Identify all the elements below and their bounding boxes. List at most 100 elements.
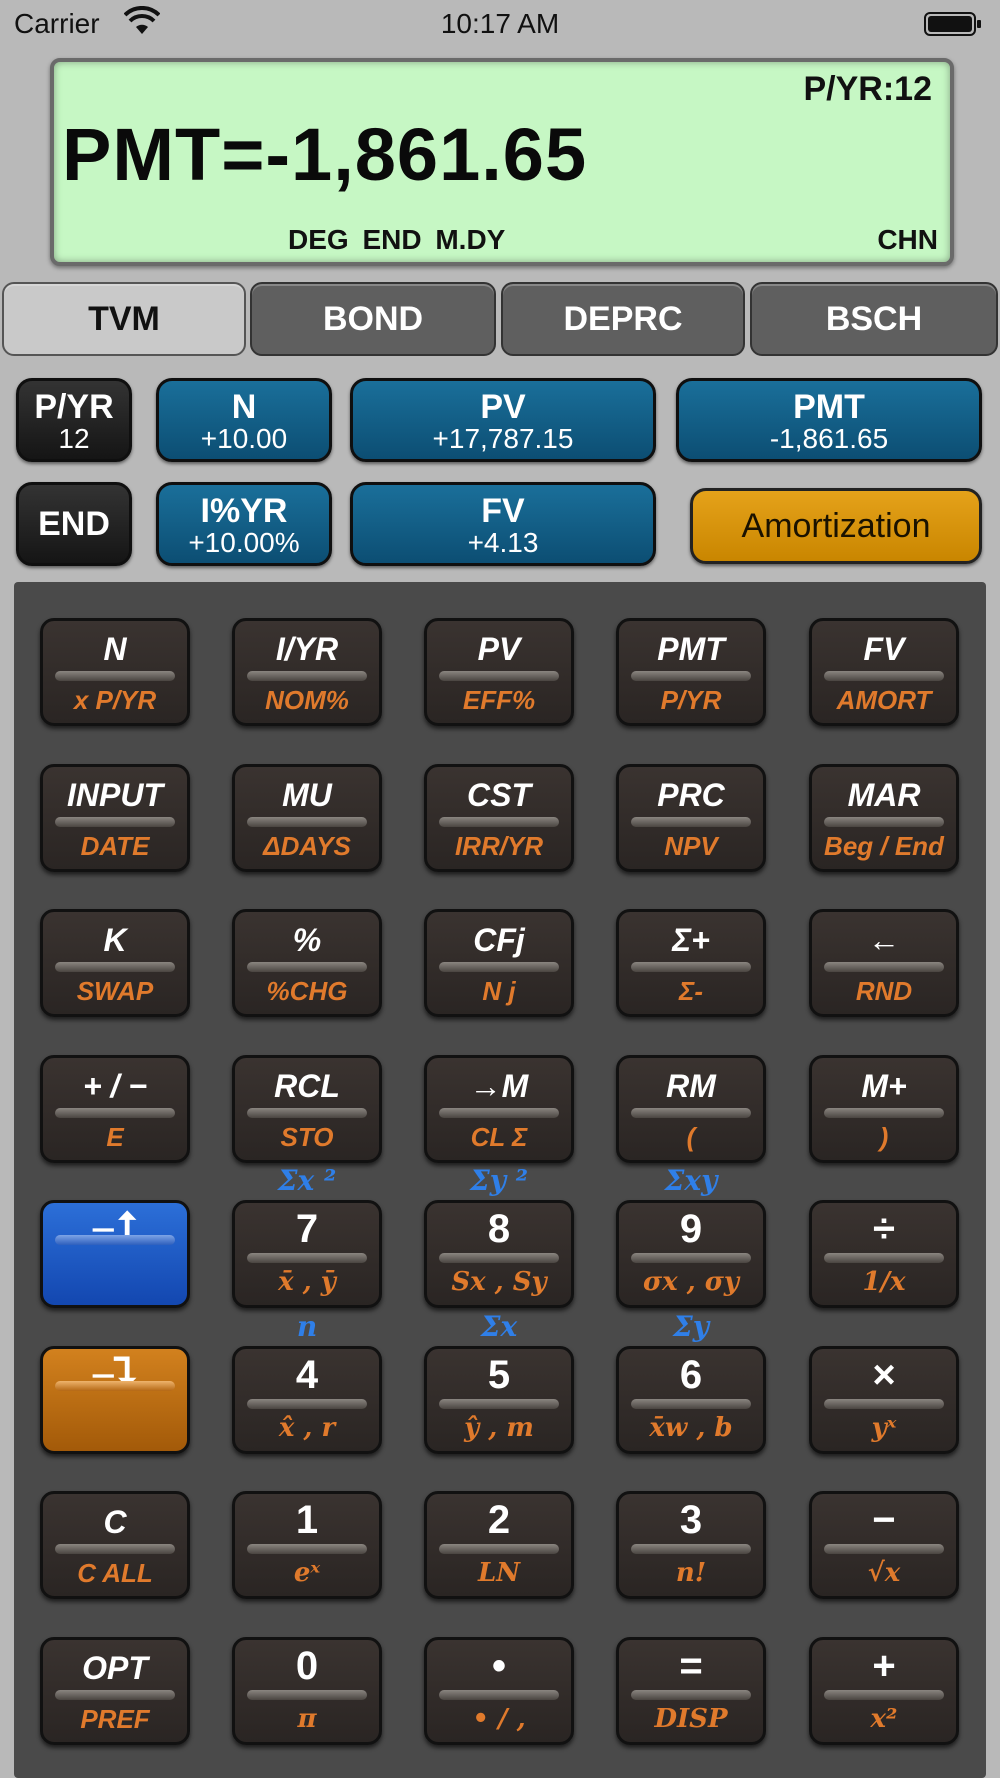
key-minus[interactable]: − √x — [809, 1491, 959, 1599]
iyr-value: +10.00% — [188, 527, 300, 558]
tab-bsch[interactable]: BSCH — [750, 282, 998, 356]
key-shift-label: • / , — [472, 1703, 526, 1734]
key-ridge — [824, 1689, 944, 1700]
key-k[interactable]: K SWAP — [40, 909, 190, 1017]
key-primary-label: = — [679, 1643, 703, 1688]
key-ridge — [824, 1107, 944, 1118]
key-ridge — [247, 1107, 367, 1118]
key-decimal[interactable]: • • / , — [424, 1636, 574, 1745]
key-shift-label: x² — [870, 1703, 898, 1734]
pyr-button[interactable]: P/YR 12 — [16, 378, 132, 462]
key-primary-label: 9 — [679, 1207, 703, 1251]
key-plus-minus[interactable]: + / − E — [40, 1054, 190, 1163]
key-ridge — [247, 816, 367, 827]
key-fv[interactable]: FV AMORT — [809, 618, 959, 726]
key-shift-label: n! — [675, 1558, 707, 1588]
key-input[interactable]: INPUT DATE — [40, 763, 190, 872]
key-mu[interactable]: MU ΔDAYS — [232, 763, 382, 872]
keypad: Nx P/YR I/YR NOM% PV EFF% PMT P/YR FV AMORT INPUT… — [14, 582, 986, 1778]
key-ridge — [824, 671, 944, 681]
pyr-value: 12 — [58, 423, 90, 454]
key-mar[interactable]: MAR Beg / End — [809, 763, 959, 872]
key-primary-label: RCL — [274, 1067, 340, 1104]
pyr-label: P/YR — [34, 388, 114, 426]
pmt-button[interactable]: PMT -1,861.65 — [676, 378, 982, 462]
key-ridge — [439, 1107, 559, 1118]
key-primary-label: ← — [868, 922, 900, 958]
key-shift-label: 1/x — [862, 1267, 906, 1297]
key-9[interactable]: 9 σx , σy — [616, 1200, 766, 1308]
key-iyr[interactable]: I/YR NOM% — [232, 618, 382, 726]
key-rm[interactable]: RM ( — [616, 1054, 766, 1163]
key-8[interactable]: 8 Sx , Sy — [424, 1200, 574, 1308]
display-value: PMT=-1,861.65 — [62, 113, 588, 196]
key-primary-label: 4 — [295, 1352, 319, 1397]
key-ridge — [824, 1544, 944, 1554]
fv-button[interactable]: FV +4.13 — [350, 482, 656, 566]
key-ridge — [55, 1689, 175, 1700]
key-ridge — [631, 1253, 751, 1263]
tab-bond[interactable]: BOND — [250, 282, 496, 356]
key-percent[interactable]: % %CHG — [232, 909, 382, 1017]
key-primary-label: FV — [863, 631, 905, 667]
key-divide[interactable]: ÷ 1/x — [809, 1200, 959, 1308]
amortization-button[interactable]: Amortization — [690, 488, 982, 564]
key-0[interactable]: 0π — [232, 1636, 382, 1745]
key-shift-label: NPV — [664, 830, 718, 861]
key-shift-label: √x — [867, 1558, 901, 1588]
key-backspace[interactable]: ← RND — [809, 909, 959, 1017]
key-primary-label: − — [872, 1498, 896, 1542]
pmt-label: PMT — [793, 388, 865, 426]
key-shift-label: NOM% — [265, 685, 349, 715]
key-primary-label: C — [103, 1504, 127, 1540]
key-primary-label: 3 — [679, 1498, 703, 1542]
key-equals[interactable]: = DISP — [616, 1636, 766, 1745]
key-clear[interactable]: C C ALL — [40, 1491, 190, 1599]
key-primary-label: % — [292, 922, 322, 958]
key-shift-down[interactable]: ⎯⮧ — [40, 1345, 190, 1454]
key-1[interactable]: 1 eˣ — [232, 1491, 382, 1599]
key-rcl[interactable]: RCL STO — [232, 1054, 382, 1163]
key-ridge — [247, 1689, 367, 1700]
key-cst[interactable]: CST IRR/YR — [424, 763, 574, 872]
end-button[interactable]: END — [16, 482, 132, 566]
key-3[interactable]: 3 n! — [616, 1491, 766, 1599]
key-shift-label: ) — [879, 1121, 889, 1152]
key-ridge — [55, 1235, 175, 1245]
key-plus[interactable]: + x² — [809, 1636, 959, 1745]
tab-tvm[interactable]: TVM — [2, 282, 246, 356]
key-pv[interactable]: PV EFF% — [424, 618, 574, 726]
key-4[interactable]: 4 x̂ , r — [232, 1345, 382, 1454]
key-7[interactable]: 7 x̄ , ȳ — [232, 1200, 382, 1308]
key-shift-label: Σ- — [678, 976, 703, 1006]
key-shift-label: Beg / End — [824, 830, 944, 861]
key-ridge — [55, 671, 175, 681]
pv-button[interactable]: PV +17,787.15 — [350, 378, 656, 462]
key-2[interactable]: 2 LN — [424, 1491, 574, 1599]
key-sigma-plus[interactable]: Σ+ Σ- — [616, 909, 766, 1017]
key-5[interactable]: 5 ŷ , m — [424, 1345, 574, 1454]
tab-deprc[interactable]: DEPRC — [501, 282, 745, 356]
key-shift-label: E — [106, 1121, 124, 1152]
key-m-plus[interactable]: M+) — [809, 1054, 959, 1163]
key-shift-label: x̂ , r — [278, 1412, 336, 1443]
key-cfj[interactable]: CFj N j — [424, 909, 574, 1017]
key-pmt[interactable]: PMT P/YR — [616, 618, 766, 726]
key-shift-up[interactable]: ⎯⮥ — [40, 1200, 190, 1308]
key-shift-label: IRR/YR — [454, 830, 544, 861]
key-primary-label: M+ — [861, 1067, 907, 1104]
key-to-m[interactable]: →M CL Σ — [424, 1054, 574, 1163]
key-shift-label: STO — [280, 1121, 334, 1152]
key-primary-label: PRC — [657, 776, 725, 813]
key-opt[interactable]: OPT PREF — [40, 1636, 190, 1745]
key-n[interactable]: Nx P/YR — [40, 618, 190, 726]
mode-tabs: TVM BOND DEPRC BSCH — [0, 282, 1000, 360]
key-primary-label: 2 — [487, 1498, 511, 1542]
key-primary-label: CST — [467, 776, 531, 813]
key-6[interactable]: 6 x̄w , b — [616, 1345, 766, 1454]
iyr-button[interactable]: I%YR +10.00% — [156, 482, 332, 566]
n-button[interactable]: N +10.00 — [156, 378, 332, 462]
key-multiply[interactable]: × yˣ — [809, 1345, 959, 1454]
key-primary-label: 8 — [487, 1207, 511, 1251]
key-prc[interactable]: PRC NPV — [616, 763, 766, 872]
